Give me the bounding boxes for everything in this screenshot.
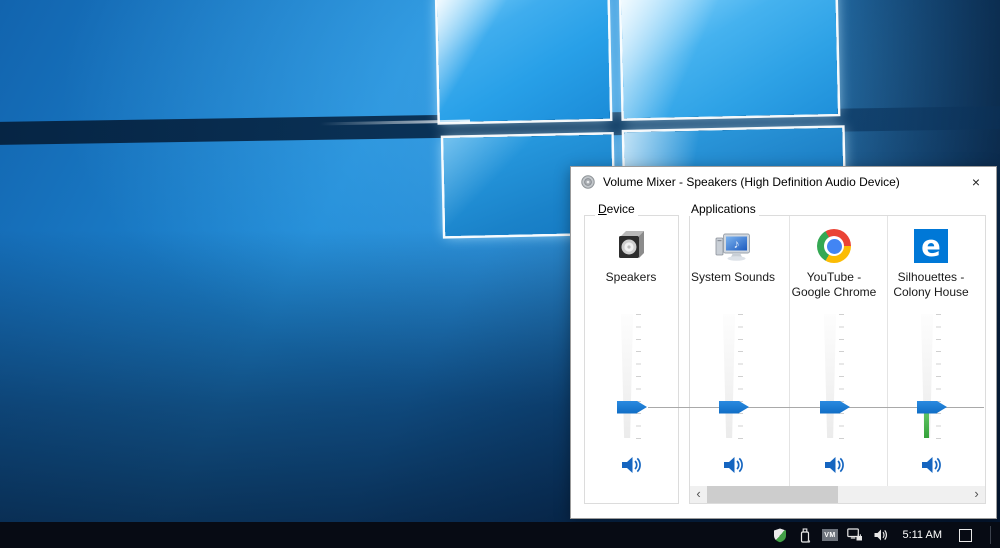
channel-name: YouTube - Google Chrome bbox=[786, 270, 882, 300]
volume-icon bbox=[721, 455, 745, 475]
desktop: Volume Mixer - Speakers (High Definition… bbox=[0, 0, 1000, 548]
taskbar-clock[interactable]: 5:11 AM bbox=[902, 529, 942, 541]
applications-group-label: Applications bbox=[688, 202, 759, 216]
system-sounds-icon: ♪ bbox=[714, 229, 752, 263]
volume-slider-track[interactable] bbox=[621, 314, 633, 438]
windows-logo-pane-top-left bbox=[437, 0, 610, 122]
scroll-left-button[interactable]: ‹ bbox=[690, 486, 707, 503]
horizontal-scrollbar[interactable]: ‹ › bbox=[690, 486, 985, 503]
slider-ticks bbox=[839, 314, 844, 439]
mute-button[interactable] bbox=[916, 453, 946, 477]
volume-slider-handle[interactable] bbox=[719, 401, 749, 414]
window-content: Device Applications bbox=[571, 197, 996, 518]
vmware-icon[interactable]: VM bbox=[822, 527, 838, 543]
action-center-icon[interactable] bbox=[959, 529, 972, 542]
volume-slider-handle[interactable] bbox=[617, 401, 647, 414]
h-scrollbar-thumb[interactable] bbox=[707, 486, 838, 503]
channel-chrome: YouTube - Google Chrome bbox=[786, 229, 882, 481]
svg-text:♪: ♪ bbox=[734, 237, 740, 251]
edge-icon: e bbox=[914, 229, 948, 263]
channel-speakers: Speakers bbox=[583, 229, 679, 481]
window-title: Volume Mixer - Speakers (High Definition… bbox=[603, 175, 900, 189]
volume-slider-track[interactable] bbox=[723, 314, 735, 438]
scroll-right-button[interactable]: › bbox=[968, 486, 985, 503]
audio-level-meter bbox=[924, 413, 929, 438]
mute-button[interactable] bbox=[819, 453, 849, 477]
windows-logo-pane-top-right bbox=[621, 0, 838, 118]
system-tray: VM bbox=[772, 527, 888, 543]
defender-shield-icon[interactable] bbox=[772, 527, 788, 543]
channel-name: Speakers bbox=[583, 270, 679, 285]
volume-slider-handle[interactable] bbox=[820, 401, 850, 414]
volume-icon bbox=[619, 455, 643, 475]
show-desktop-button[interactable] bbox=[992, 522, 1000, 548]
taskbar: VM 5:11 AM bbox=[0, 522, 1000, 548]
volume-icon bbox=[919, 455, 943, 475]
usb-device-icon[interactable] bbox=[797, 527, 813, 543]
volume-slider-track[interactable] bbox=[824, 314, 836, 438]
window-speaker-icon bbox=[580, 174, 596, 190]
channel-name: Silhouettes - Colony House bbox=[883, 270, 979, 300]
slider-ticks bbox=[738, 314, 743, 439]
mute-button[interactable] bbox=[616, 453, 646, 477]
device-group-label: Device bbox=[595, 202, 638, 216]
title-bar[interactable]: Volume Mixer - Speakers (High Definition… bbox=[571, 167, 996, 197]
mute-button[interactable] bbox=[718, 453, 748, 477]
close-button[interactable]: × bbox=[965, 174, 987, 190]
taskbar-separator bbox=[990, 526, 991, 544]
channel-name: System Sounds bbox=[685, 270, 781, 285]
chrome-icon bbox=[817, 229, 851, 263]
volume-mixer-window: Volume Mixer - Speakers (High Definition… bbox=[570, 166, 997, 519]
slider-ticks bbox=[636, 314, 641, 439]
channel-system-sounds: ♪ System Sounds bbox=[685, 229, 781, 481]
channel-edge: e Silhouettes - Colony House bbox=[883, 229, 979, 481]
speaker-device-icon bbox=[614, 229, 648, 263]
volume-icon bbox=[822, 455, 846, 475]
network-icon[interactable] bbox=[847, 527, 863, 543]
volume-tray-icon[interactable] bbox=[872, 527, 888, 543]
